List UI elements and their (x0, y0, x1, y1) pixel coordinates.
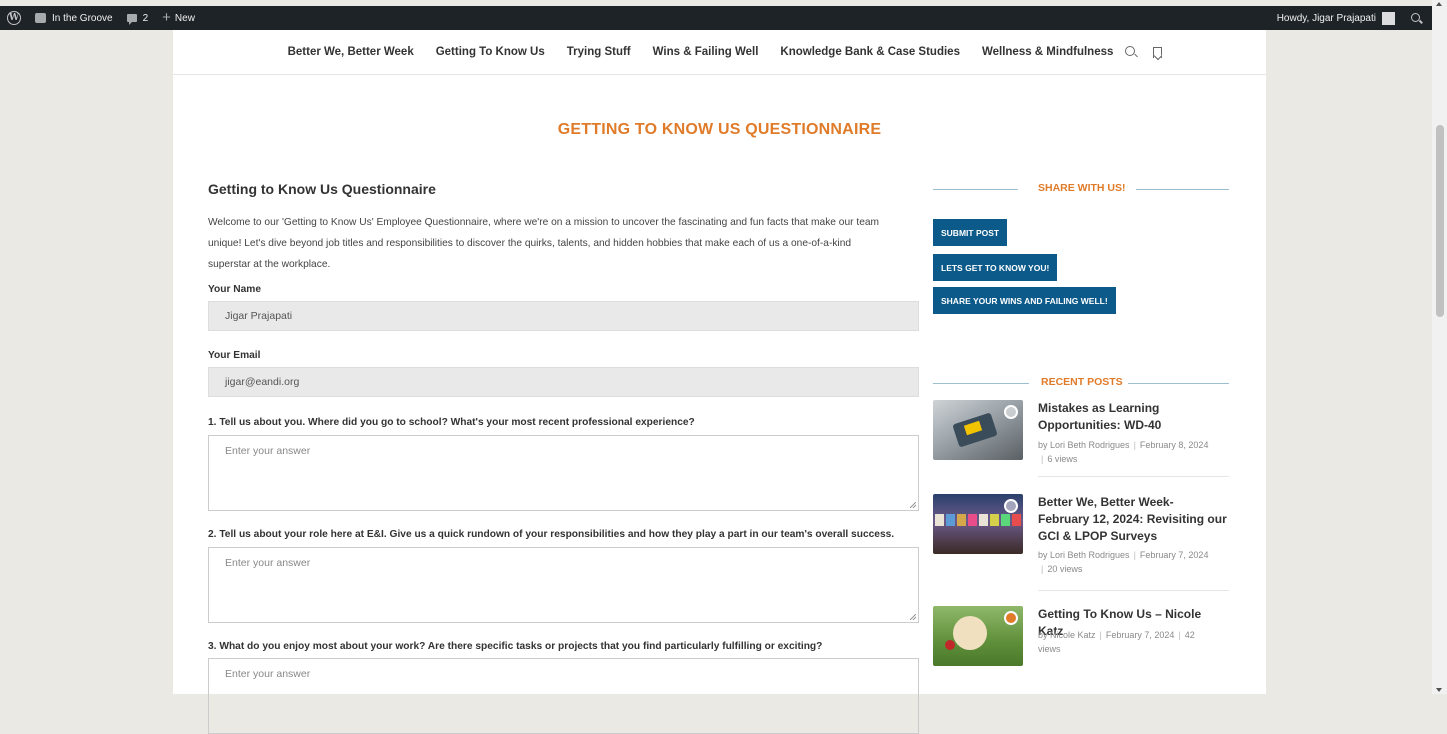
page-container: Better We, Better Week Getting To Know U… (173, 30, 1266, 734)
page-scrollbar[interactable] (1432, 0, 1447, 694)
email-label: Your Email (208, 350, 261, 361)
share-wins-button[interactable]: SHARE YOUR WINS AND FAILING WELL! (933, 287, 1116, 314)
post-divider (1038, 590, 1229, 591)
howdy-text: Howdy, Jigar Prajapati (1276, 12, 1376, 24)
post-date: February 7, 2024 (1139, 550, 1209, 560)
search-icon[interactable] (1125, 46, 1136, 56)
nav-item-wellness-mindfulness[interactable]: Wellness & Mindfulness (982, 46, 1113, 58)
post-author[interactable]: by Lori Beth Rodrigues (1038, 440, 1130, 450)
intro-line: unique! Let's dive beyond job titles and… (208, 238, 852, 249)
bookmark-badge-icon (1004, 611, 1018, 625)
question-1-label: 1. Tell us about you. Where did you go t… (208, 417, 695, 428)
post-meta: by Lori Beth Rodrigues | February 8, 2024 |… (1038, 440, 1209, 464)
account-menu[interactable]: Howdy, Jigar Prajapati (1270, 6, 1397, 30)
nav-item-better-we-better-week[interactable]: Better We, Better Week (288, 46, 414, 58)
placeholder-text: Enter your answer (225, 668, 311, 680)
wordpress-icon: W (7, 11, 21, 25)
question-3-answer[interactable]: Enter your answer (208, 658, 919, 734)
placeholder-text: Enter your answer (225, 445, 311, 457)
comments-count: 2 (142, 12, 149, 24)
post-thumbnail[interactable] (933, 400, 1023, 460)
question-1-answer[interactable]: Enter your answer (208, 435, 919, 511)
scrollbar-thumb[interactable] (1436, 125, 1444, 317)
comments-link[interactable]: 2 (120, 6, 156, 30)
sidebar: SHARE WITH US! SUBMIT POST LETS GET TO K… (933, 181, 1229, 666)
form-heading: Getting to Know Us Questionnaire (208, 181, 436, 197)
divider-line (1128, 383, 1229, 384)
recent-title: RECENT POSTS (1041, 376, 1123, 388)
new-label: New (174, 12, 195, 24)
resize-grip-icon[interactable] (910, 614, 916, 620)
nav-item-knowledge-bank[interactable]: Knowledge Bank & Case Studies (780, 46, 960, 58)
post-thumbnail[interactable] (933, 606, 1023, 666)
main-navigation: Better We, Better Week Getting To Know U… (173, 30, 1266, 75)
placeholder-text: Enter your answer (225, 557, 311, 569)
email-field[interactable]: jigar@eandi.org (208, 367, 919, 397)
email-value: jigar@eandi.org (225, 376, 300, 388)
post-thumbnail[interactable] (933, 494, 1023, 554)
get-to-know-you-button[interactable]: LETS GET TO KNOW YOU! (933, 254, 1058, 281)
admin-search-icon[interactable] (1411, 12, 1420, 22)
nav-item-getting-to-know-us[interactable]: Getting To Know Us (436, 46, 545, 58)
bookmark-badge-icon (1004, 499, 1018, 513)
post-date: February 7, 2024 (1105, 630, 1175, 640)
post-views: 42 (1184, 630, 1195, 640)
submit-post-button[interactable]: SUBMIT POST (933, 219, 1008, 246)
name-label: Your Name (208, 284, 262, 295)
share-widget-title: SHARE WITH US! (933, 182, 1229, 196)
nav-item-trying-stuff[interactable]: Trying Stuff (567, 46, 631, 58)
bookmark-badge-icon (1004, 405, 1018, 419)
question-2-label: 2. Tell us about your role here at E&I. … (208, 529, 895, 540)
post-date: February 8, 2024 (1139, 440, 1209, 450)
post-meta: by Nicole Katz | February 7, 2024 | 42 views (1038, 630, 1195, 654)
name-value: Jigar Prajapati (225, 310, 293, 322)
post-divider (1038, 476, 1229, 477)
questionnaire-form: Getting to Know Us Questionnaire Welcome… (208, 181, 919, 734)
post-meta: by Lori Beth Rodrigues | February 7, 2024 |… (1038, 550, 1209, 574)
post-views-suffix: views (1038, 644, 1061, 654)
home-icon (35, 13, 46, 23)
scroll-down-arrow-icon[interactable] (1436, 688, 1442, 692)
post-author[interactable]: by Nicole Katz (1038, 630, 1096, 640)
share-title: SHARE WITH US! (1038, 182, 1126, 194)
divider-line (933, 383, 1029, 384)
divider-line (1136, 189, 1229, 190)
admin-bar: W In the Groove 2 + New Howdy, Jigar Pra… (0, 6, 1432, 30)
scroll-up-arrow-icon[interactable] (1436, 2, 1442, 6)
wordpress-logo-button[interactable]: W (0, 6, 28, 30)
name-field[interactable]: Jigar Prajapati (208, 301, 919, 331)
recent-posts-title: RECENT POSTS (933, 376, 1229, 390)
divider-line (933, 189, 1018, 190)
site-name-label: In the Groove (52, 12, 113, 24)
question-3-label: 3. What do you enjoy most about your wor… (208, 641, 823, 652)
intro-line: superstar at the workplace. (208, 259, 331, 270)
avatar (1382, 11, 1395, 25)
resize-grip-icon[interactable] (910, 502, 916, 508)
form-intro: Welcome to our 'Getting to Know Us' Empl… (208, 212, 919, 275)
intro-line: Welcome to our 'Getting to Know Us' Empl… (208, 217, 880, 228)
nav-item-wins-failing-well[interactable]: Wins & Failing Well (653, 46, 759, 58)
new-content-button[interactable]: + New (155, 6, 202, 30)
bookmark-icon[interactable] (1153, 46, 1163, 58)
page-title: GETTING TO KNOW US QUESTIONNAIRE (557, 121, 882, 138)
question-2-answer[interactable]: Enter your answer (208, 547, 919, 623)
post-title[interactable]: Mistakes as Learning Opportunities: WD-4… (1038, 400, 1228, 434)
post-title[interactable]: Better We, Better Week- February 12, 202… (1038, 494, 1228, 545)
post-views: 6 views (1047, 454, 1078, 464)
post-views: 20 views (1047, 564, 1083, 574)
comment-icon (126, 14, 137, 25)
post-author[interactable]: by Lori Beth Rodrigues (1038, 550, 1130, 560)
plus-icon: + (162, 9, 171, 26)
site-name-link[interactable]: In the Groove (28, 6, 120, 30)
